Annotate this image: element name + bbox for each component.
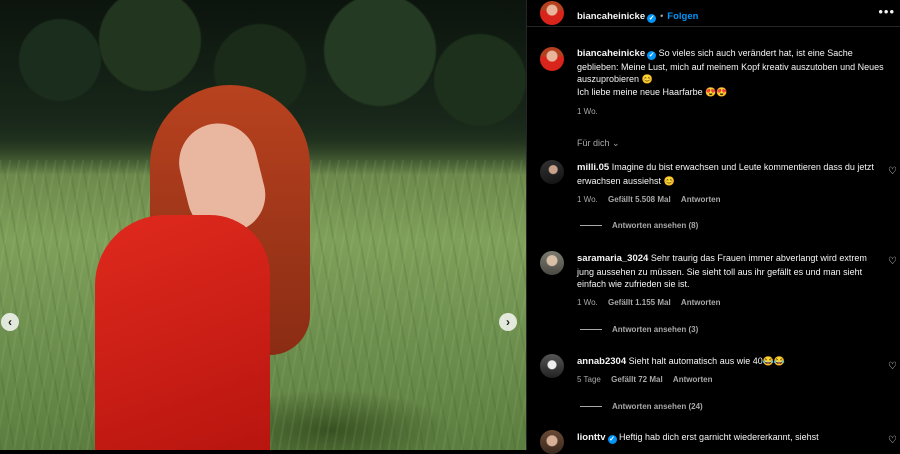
verified-badge-icon: ✓ [647, 51, 657, 60]
post-image: ‹ › [0, 0, 526, 450]
comments-panel: biancaheinicke ✓ • Folgen ••• biancaheinick… [526, 0, 900, 454]
comment-likes[interactable]: Gefällt 1.155 Mal [608, 298, 671, 307]
view-replies-button[interactable]: Antworten ansehen (24) [577, 402, 703, 411]
comment-meta: 1 Wo. Gefällt 1.155 Mal Antworten [577, 298, 728, 307]
view-replies-button[interactable]: Antworten ansehen (3) [577, 325, 698, 334]
comment-username[interactable]: lionttv [577, 432, 606, 443]
reply-button[interactable]: Antworten [681, 195, 721, 204]
carousel-next-button[interactable]: › [499, 313, 517, 331]
caption-username[interactable]: biancaheinicke [577, 48, 645, 59]
comment-text: Sieht halt automatisch aus wie 40😂😂 [628, 356, 786, 366]
verified-badge-icon: ✓ [607, 435, 617, 444]
comment-avatar[interactable] [540, 430, 564, 454]
replies-divider [580, 406, 602, 408]
like-heart-icon[interactable]: ♡ [888, 256, 897, 267]
post-caption: biancaheinicke ✓ So vieles sich auch verä… [577, 47, 891, 119]
like-heart-icon[interactable]: ♡ [888, 361, 897, 372]
reply-button[interactable]: Antworten [681, 298, 721, 307]
author-username[interactable]: biancaheinicke [577, 11, 645, 22]
header-user: biancaheinicke ✓ • Folgen [577, 6, 698, 24]
comment-avatar[interactable] [540, 251, 564, 275]
caption-avatar[interactable] [540, 47, 564, 71]
comment-likes[interactable]: Gefällt 5.508 Mal [608, 195, 671, 204]
more-options-icon[interactable]: ••• [878, 4, 895, 19]
verified-badge-icon: ✓ [647, 14, 657, 23]
comment-item: milli.05 Imagine du bist erwachsen und L… [577, 161, 877, 187]
comment-avatar[interactable] [540, 354, 564, 378]
comment-text: Heftig hab dich erst garnicht wiedererka… [619, 432, 819, 442]
replies-divider [580, 225, 602, 227]
like-heart-icon[interactable]: ♡ [888, 166, 897, 177]
comment-item: saramaria_3024 Sehr traurig das Frauen i… [577, 252, 877, 291]
chevron-down-icon: ⌄ [612, 138, 620, 148]
view-replies-label: Antworten ansehen (3) [612, 325, 699, 334]
woman-figure [95, 85, 310, 450]
post-header: biancaheinicke ✓ • Folgen ••• [527, 0, 900, 27]
view-replies-label: Antworten ansehen (24) [612, 402, 703, 411]
sort-label: Für dich [577, 138, 610, 148]
view-replies-button[interactable]: Antworten ansehen (8) [577, 221, 698, 230]
follow-button[interactable]: Folgen [667, 11, 698, 22]
comment-text: Imagine du bist erwachsen und Leute komm… [577, 162, 874, 186]
separator-dot: • [660, 11, 664, 21]
caption-time: 1 Wo. [577, 107, 598, 116]
comment-sort-dropdown[interactable]: Für dich ⌄ [577, 138, 620, 149]
comment-item: lionttv ✓ Heftig hab dich erst garnicht w… [577, 431, 877, 445]
caption-text-2: Ich liebe meine neue Haarfarbe 😍😍 [577, 86, 728, 97]
comment-meta: 1 Wo. Gefällt 5.508 Mal Antworten [577, 195, 728, 204]
like-heart-icon[interactable]: ♡ [888, 435, 897, 446]
comment-username[interactable]: milli.05 [577, 162, 609, 173]
comment-time: 1 Wo. [577, 195, 598, 204]
carousel-prev-button[interactable]: ‹ [1, 313, 19, 331]
comment-username[interactable]: annab2304 [577, 356, 626, 367]
replies-divider [580, 329, 602, 331]
view-replies-label: Antworten ansehen (8) [612, 221, 699, 230]
comment-meta: 5 Tage Gefällt 72 Mal Antworten [577, 375, 720, 384]
author-avatar[interactable] [540, 1, 564, 25]
comment-item: annab2304 Sieht halt automatisch aus wie… [577, 355, 877, 369]
reply-button[interactable]: Antworten [673, 375, 713, 384]
comment-likes[interactable]: Gefällt 72 Mal [611, 375, 663, 384]
comment-username[interactable]: saramaria_3024 [577, 253, 648, 264]
red-jacket [95, 215, 270, 450]
comment-time: 1 Wo. [577, 298, 598, 307]
comment-time: 5 Tage [577, 375, 601, 384]
comment-avatar[interactable] [540, 160, 564, 184]
